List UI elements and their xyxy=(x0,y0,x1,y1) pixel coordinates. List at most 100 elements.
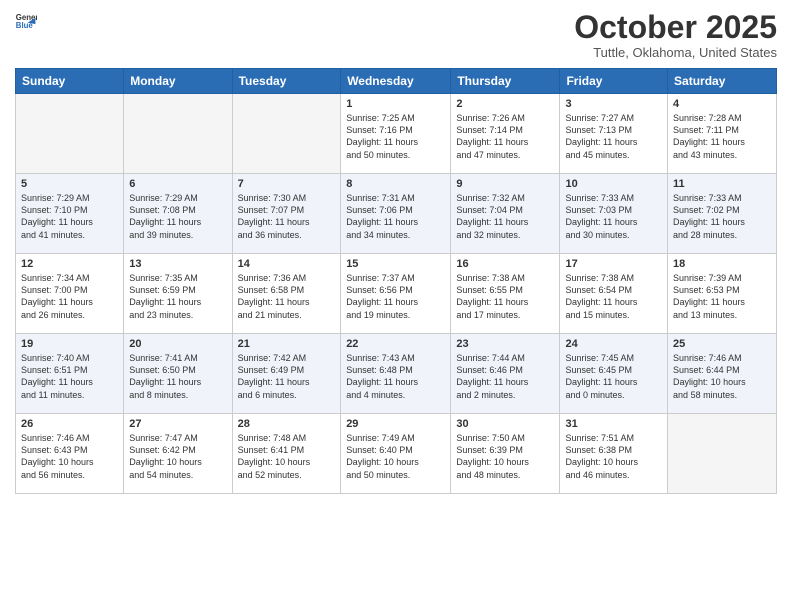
day-number: 14 xyxy=(238,258,336,270)
weekday-header-thursday: Thursday xyxy=(451,69,560,94)
day-info: Sunrise: 7:47 AM Sunset: 6:42 PM Dayligh… xyxy=(129,432,226,481)
calendar-day-cell: 15 Sunrise: 7:37 AM Sunset: 6:56 PM Dayli… xyxy=(341,254,451,334)
calendar-day-cell: 14 Sunrise: 7:36 AM Sunset: 6:58 PM Dayli… xyxy=(232,254,341,334)
svg-text:Blue: Blue xyxy=(16,21,34,30)
day-number: 29 xyxy=(346,418,445,430)
calendar-day-cell xyxy=(668,414,777,494)
day-info: Sunrise: 7:43 AM Sunset: 6:48 PM Dayligh… xyxy=(346,352,445,401)
weekday-header-saturday: Saturday xyxy=(668,69,777,94)
calendar-day-cell: 6Sunrise: 7:29 AM Sunset: 7:08 PM Daylig… xyxy=(124,174,232,254)
calendar-day-cell: 20 Sunrise: 7:41 AM Sunset: 6:50 PM Dayli… xyxy=(124,334,232,414)
calendar-day-cell: 23 Sunrise: 7:44 AM Sunset: 6:46 PM Dayli… xyxy=(451,334,560,414)
day-info: Sunrise: 7:51 AM Sunset: 6:38 PM Dayligh… xyxy=(565,432,662,481)
day-number: 28 xyxy=(238,418,336,430)
calendar-day-cell xyxy=(232,94,341,174)
calendar-day-cell xyxy=(16,94,124,174)
day-info: Sunrise: 7:37 AM Sunset: 6:56 PM Dayligh… xyxy=(346,272,445,321)
day-info: Sunrise: 7:36 AM Sunset: 6:58 PM Dayligh… xyxy=(238,272,336,321)
calendar-day-cell: 25Sunrise: 7:46 AM Sunset: 6:44 PM Dayli… xyxy=(668,334,777,414)
day-number: 30 xyxy=(456,418,554,430)
calendar-day-cell: 1 Sunrise: 7:25 AM Sunset: 7:16 PM Daylig… xyxy=(341,94,451,174)
day-info: Sunrise: 7:26 AM Sunset: 7:14 PM Dayligh… xyxy=(456,112,554,161)
day-info: Sunrise: 7:45 AM Sunset: 6:45 PM Dayligh… xyxy=(565,352,662,401)
calendar-day-cell: 5 Sunrise: 7:29 AM Sunset: 7:10 PM Daylig… xyxy=(16,174,124,254)
day-number: 26 xyxy=(21,418,118,430)
day-number: 15 xyxy=(346,258,445,270)
day-number: 23 xyxy=(456,338,554,350)
calendar-day-cell: 28 Sunrise: 7:48 AM Sunset: 6:41 PM Dayli… xyxy=(232,414,341,494)
calendar-day-cell: 19Sunrise: 7:40 AM Sunset: 6:51 PM Dayli… xyxy=(16,334,124,414)
day-info: Sunrise: 7:49 AM Sunset: 6:40 PM Dayligh… xyxy=(346,432,445,481)
day-number: 22 xyxy=(346,338,445,350)
day-info: Sunrise: 7:33 AM Sunset: 7:03 PM Dayligh… xyxy=(565,192,662,241)
calendar-day-cell: 16Sunrise: 7:38 AM Sunset: 6:55 PM Dayli… xyxy=(451,254,560,334)
day-number: 20 xyxy=(129,338,226,350)
calendar-title: October 2025 xyxy=(574,10,777,45)
day-info: Sunrise: 7:46 AM Sunset: 6:44 PM Dayligh… xyxy=(673,352,771,401)
calendar-day-cell: 31 Sunrise: 7:51 AM Sunset: 6:38 PM Dayli… xyxy=(560,414,668,494)
calendar-day-cell xyxy=(124,94,232,174)
calendar-week-row: 19Sunrise: 7:40 AM Sunset: 6:51 PM Dayli… xyxy=(16,334,777,414)
calendar-day-cell: 26Sunrise: 7:46 AM Sunset: 6:43 PM Dayli… xyxy=(16,414,124,494)
calendar-day-cell: 13Sunrise: 7:35 AM Sunset: 6:59 PM Dayli… xyxy=(124,254,232,334)
day-info: Sunrise: 7:28 AM Sunset: 7:11 PM Dayligh… xyxy=(673,112,771,161)
calendar-day-cell: 29 Sunrise: 7:49 AM Sunset: 6:40 PM Dayli… xyxy=(341,414,451,494)
day-number: 4 xyxy=(673,98,771,110)
day-info: Sunrise: 7:32 AM Sunset: 7:04 PM Dayligh… xyxy=(456,192,554,241)
page: General Blue October 2025 Tuttle, Oklaho… xyxy=(0,0,792,612)
calendar-day-cell: 30Sunrise: 7:50 AM Sunset: 6:39 PM Dayli… xyxy=(451,414,560,494)
day-info: Sunrise: 7:30 AM Sunset: 7:07 PM Dayligh… xyxy=(238,192,336,241)
day-info: Sunrise: 7:25 AM Sunset: 7:16 PM Dayligh… xyxy=(346,112,445,161)
day-number: 1 xyxy=(346,98,445,110)
calendar-day-cell: 10 Sunrise: 7:33 AM Sunset: 7:03 PM Dayli… xyxy=(560,174,668,254)
calendar-week-row: 12 Sunrise: 7:34 AM Sunset: 7:00 PM Dayli… xyxy=(16,254,777,334)
day-info: Sunrise: 7:40 AM Sunset: 6:51 PM Dayligh… xyxy=(21,352,118,401)
calendar-day-cell: 24Sunrise: 7:45 AM Sunset: 6:45 PM Dayli… xyxy=(560,334,668,414)
calendar-day-cell: 4 Sunrise: 7:28 AM Sunset: 7:11 PM Daylig… xyxy=(668,94,777,174)
day-info: Sunrise: 7:41 AM Sunset: 6:50 PM Dayligh… xyxy=(129,352,226,401)
day-info: Sunrise: 7:39 AM Sunset: 6:53 PM Dayligh… xyxy=(673,272,771,321)
header: General Blue October 2025 Tuttle, Oklaho… xyxy=(15,10,777,60)
calendar-day-cell: 2Sunrise: 7:26 AM Sunset: 7:14 PM Daylig… xyxy=(451,94,560,174)
day-info: Sunrise: 7:34 AM Sunset: 7:00 PM Dayligh… xyxy=(21,272,118,321)
calendar-location: Tuttle, Oklahoma, United States xyxy=(574,45,777,60)
logo-icon: General Blue xyxy=(15,10,37,32)
day-info: Sunrise: 7:42 AM Sunset: 6:49 PM Dayligh… xyxy=(238,352,336,401)
day-info: Sunrise: 7:29 AM Sunset: 7:10 PM Dayligh… xyxy=(21,192,118,241)
day-number: 5 xyxy=(21,178,118,190)
calendar-day-cell: 11Sunrise: 7:33 AM Sunset: 7:02 PM Dayli… xyxy=(668,174,777,254)
calendar-table: SundayMondayTuesdayWednesdayThursdayFrid… xyxy=(15,68,777,494)
day-info: Sunrise: 7:38 AM Sunset: 6:54 PM Dayligh… xyxy=(565,272,662,321)
day-number: 21 xyxy=(238,338,336,350)
logo: General Blue xyxy=(15,10,37,32)
calendar-week-row: 26Sunrise: 7:46 AM Sunset: 6:43 PM Dayli… xyxy=(16,414,777,494)
day-number: 12 xyxy=(21,258,118,270)
day-info: Sunrise: 7:44 AM Sunset: 6:46 PM Dayligh… xyxy=(456,352,554,401)
weekday-header-row: SundayMondayTuesdayWednesdayThursdayFrid… xyxy=(16,69,777,94)
weekday-header-monday: Monday xyxy=(124,69,232,94)
day-number: 8 xyxy=(346,178,445,190)
calendar-day-cell: 12 Sunrise: 7:34 AM Sunset: 7:00 PM Dayli… xyxy=(16,254,124,334)
calendar-day-cell: 21 Sunrise: 7:42 AM Sunset: 6:49 PM Dayli… xyxy=(232,334,341,414)
calendar-day-cell: 22 Sunrise: 7:43 AM Sunset: 6:48 PM Dayli… xyxy=(341,334,451,414)
day-number: 7 xyxy=(238,178,336,190)
day-number: 11 xyxy=(673,178,771,190)
day-number: 16 xyxy=(456,258,554,270)
weekday-header-friday: Friday xyxy=(560,69,668,94)
calendar-week-row: 5 Sunrise: 7:29 AM Sunset: 7:10 PM Daylig… xyxy=(16,174,777,254)
calendar-day-cell: 7 Sunrise: 7:30 AM Sunset: 7:07 PM Daylig… xyxy=(232,174,341,254)
day-info: Sunrise: 7:48 AM Sunset: 6:41 PM Dayligh… xyxy=(238,432,336,481)
weekday-header-tuesday: Tuesday xyxy=(232,69,341,94)
calendar-day-cell: 17Sunrise: 7:38 AM Sunset: 6:54 PM Dayli… xyxy=(560,254,668,334)
calendar-day-cell: 27Sunrise: 7:47 AM Sunset: 6:42 PM Dayli… xyxy=(124,414,232,494)
day-number: 10 xyxy=(565,178,662,190)
day-info: Sunrise: 7:31 AM Sunset: 7:06 PM Dayligh… xyxy=(346,192,445,241)
day-number: 9 xyxy=(456,178,554,190)
day-info: Sunrise: 7:35 AM Sunset: 6:59 PM Dayligh… xyxy=(129,272,226,321)
day-number: 6 xyxy=(129,178,226,190)
calendar-day-cell: 8 Sunrise: 7:31 AM Sunset: 7:06 PM Daylig… xyxy=(341,174,451,254)
day-number: 31 xyxy=(565,418,662,430)
calendar-day-cell: 18Sunrise: 7:39 AM Sunset: 6:53 PM Dayli… xyxy=(668,254,777,334)
title-block: October 2025 Tuttle, Oklahoma, United St… xyxy=(574,10,777,60)
calendar-day-cell: 3Sunrise: 7:27 AM Sunset: 7:13 PM Daylig… xyxy=(560,94,668,174)
